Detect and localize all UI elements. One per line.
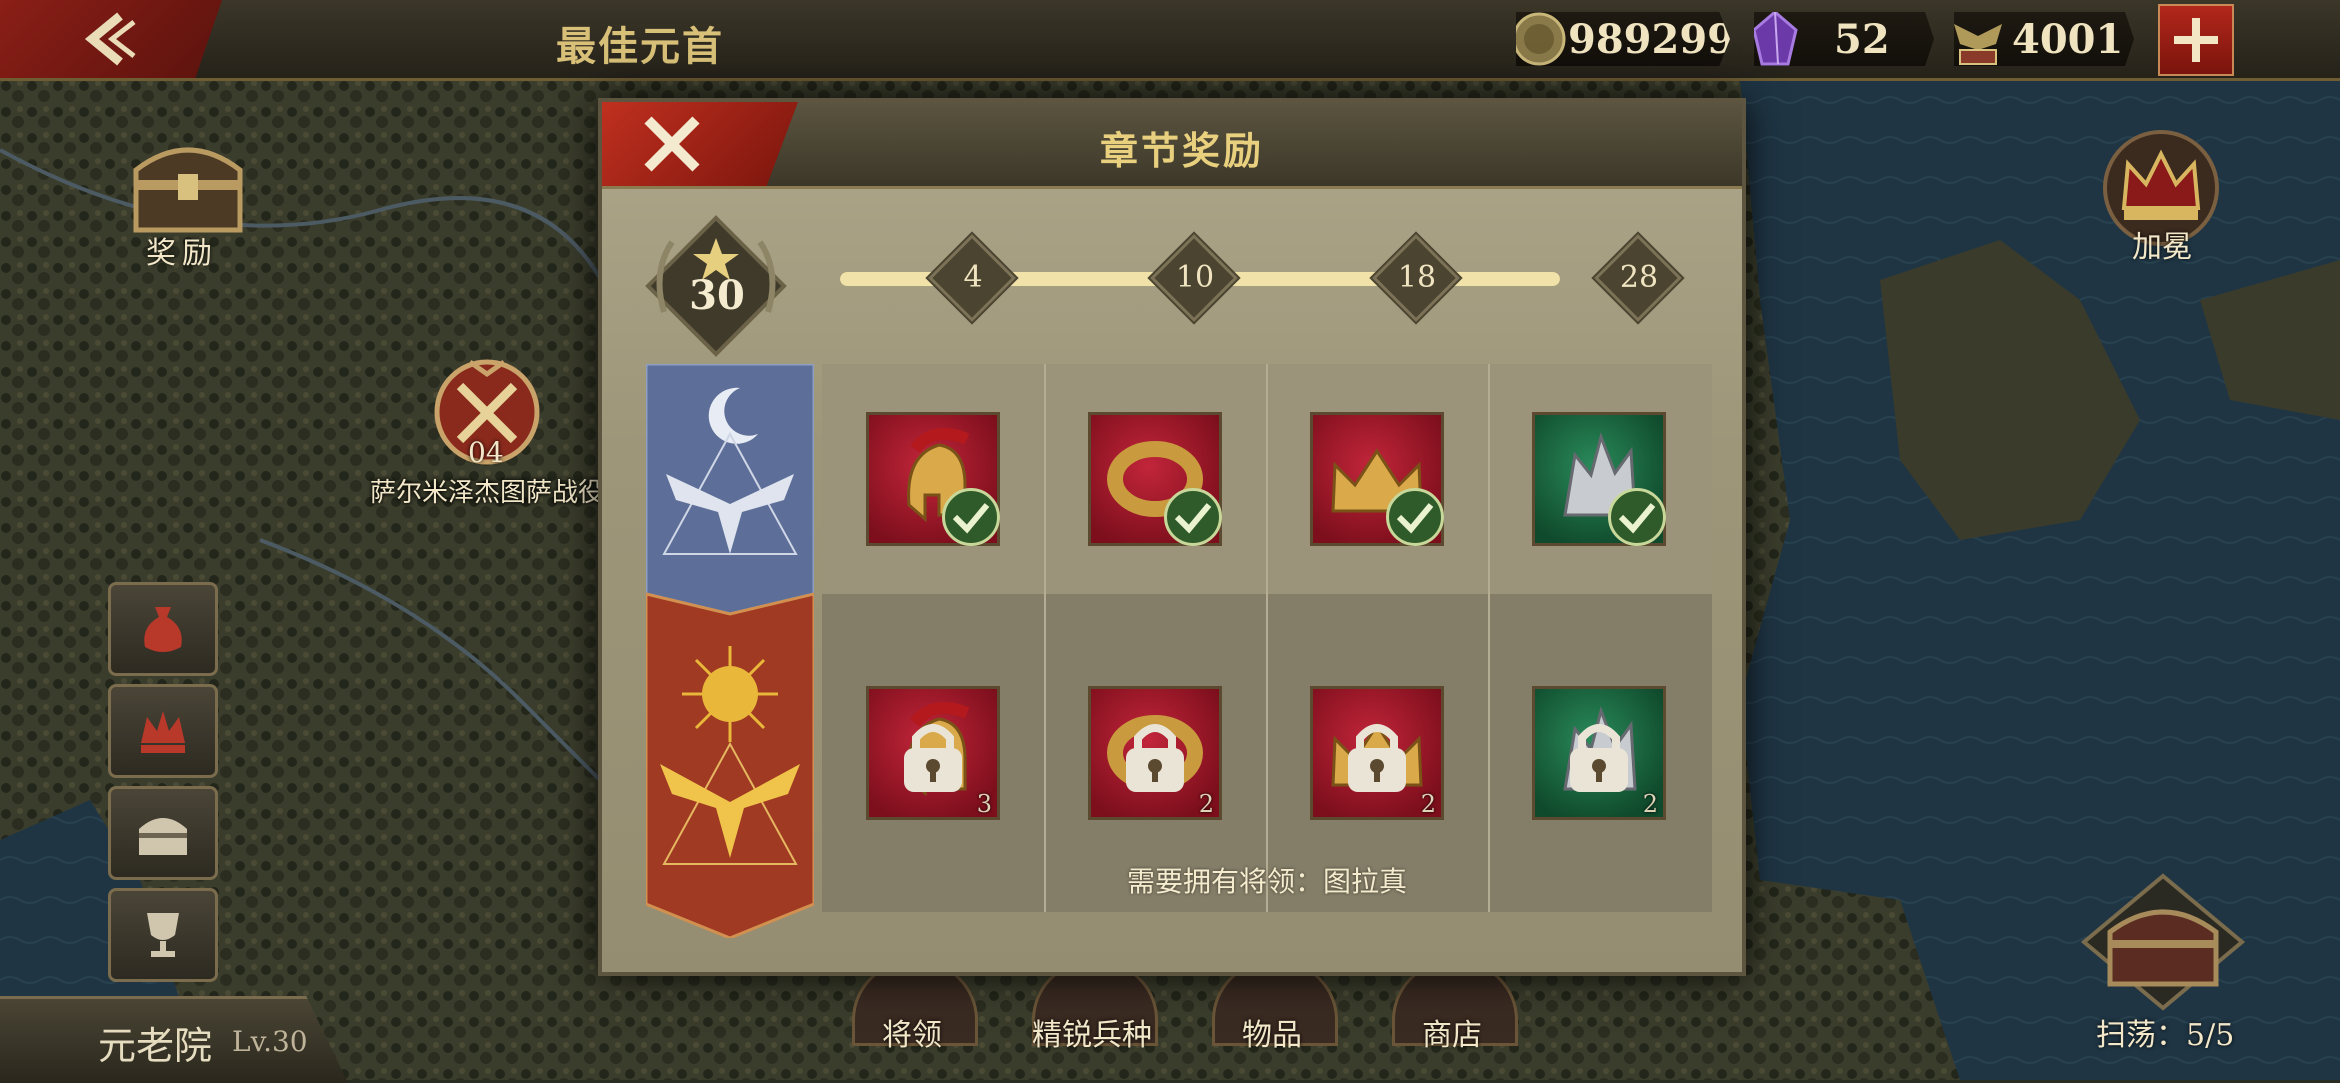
premium-reward-ore[interactable]: 2: [1532, 686, 1666, 820]
milestone-2: 10: [1154, 238, 1236, 320]
trophy-button[interactable]: [108, 888, 218, 982]
nav-elite-units[interactable]: 精锐兵种: [1022, 960, 1162, 1080]
claimed-check-icon: [1164, 488, 1222, 546]
sweep-count-label: 扫荡：5/5: [2096, 1018, 2235, 1053]
padlock-icon: [904, 724, 962, 792]
sweep-chest-icon[interactable]: [2080, 872, 2246, 1012]
battle-name: 萨尔米泽杰图萨战役: [370, 478, 605, 508]
gem-counter: 52: [1754, 12, 1934, 66]
treasure-button[interactable]: [108, 786, 218, 880]
milestone-1: 4: [932, 238, 1014, 320]
spqr-eagle-icon: [1954, 24, 2002, 65]
nav-generals-label: 将领: [882, 1018, 942, 1053]
reward-chest-icon[interactable]: [126, 130, 250, 240]
coin-icon: [1516, 12, 1566, 66]
reward-label: 奖励: [146, 236, 218, 271]
purple-gem-icon: [1754, 12, 1798, 66]
resource-bag-button[interactable]: [108, 582, 218, 676]
milestone-3: 18: [1376, 238, 1458, 320]
free-reward-helmet[interactable]: [866, 412, 1000, 546]
coin-counter: 989299: [1516, 12, 1730, 66]
claimed-check-icon: [942, 488, 1000, 546]
nav-items-label: 物品: [1242, 1018, 1302, 1053]
padlock-icon: [1570, 724, 1628, 792]
chest-icon: [139, 818, 187, 855]
nav-elite-units-label: 精锐兵种: [1032, 1018, 1152, 1053]
spqr-counter: 4001: [1954, 12, 2134, 66]
dialog-header: 章节奖励: [602, 102, 1742, 189]
add-resource-button[interactable]: [2158, 4, 2234, 76]
coronation-label: 加冕: [2132, 230, 2192, 265]
trophy-icon: [147, 913, 179, 957]
back-arrow-icon: [84, 12, 136, 66]
nav-items[interactable]: 物品: [1202, 960, 1342, 1080]
back-button[interactable]: [0, 0, 222, 78]
gem-value: 52: [1834, 16, 1890, 63]
nav-generals[interactable]: 将领: [842, 960, 982, 1080]
close-button[interactable]: [602, 102, 798, 186]
spqr-value: 4001: [2012, 16, 2124, 63]
star-count: 30: [689, 272, 745, 319]
senate-button[interactable]: 元老院 Lv.30: [0, 996, 348, 1083]
padlock-icon: [1126, 724, 1184, 792]
claimed-check-icon: [1386, 488, 1444, 546]
premium-reward-helmet[interactable]: 3: [866, 686, 1000, 820]
reward-quantity: 2: [1198, 790, 1214, 818]
chapter-reward-dialog: 章节奖励 30 4 10 18 28 3 2 2 2 需要拥有将领：图拉真: [602, 102, 1742, 972]
screen-title: 最佳元首: [556, 23, 724, 70]
premium-reward-crown[interactable]: 2: [1310, 686, 1444, 820]
laurel-crown-icon: [141, 711, 185, 753]
reward-quantity: 2: [1642, 790, 1658, 818]
reward-grid: 3 2 2 2 需要拥有将领：图拉真: [822, 364, 1712, 912]
nav-shop[interactable]: 商店: [1382, 960, 1522, 1080]
free-reward-ore[interactable]: [1532, 412, 1666, 546]
plus-icon: [2174, 18, 2218, 62]
senate-name: 元老院: [98, 1024, 213, 1068]
padlock-icon: [1348, 724, 1406, 792]
nav-shop-label: 商店: [1422, 1018, 1482, 1053]
reward-tier-banner: [646, 364, 814, 938]
unlock-requirement-text: 需要拥有将领：图拉真: [1126, 865, 1407, 898]
claimed-check-icon: [1608, 488, 1666, 546]
coin-value: 989299: [1568, 16, 1735, 63]
crown-rank-button[interactable]: [108, 684, 218, 778]
reward-quantity: 2: [1420, 790, 1436, 818]
battle-number: 04: [468, 436, 504, 469]
reward-quantity: 3: [976, 790, 992, 818]
milestone-4: 28: [1598, 238, 1680, 320]
free-reward-crown[interactable]: [1310, 412, 1444, 546]
top-bar: 最佳元首 989299 52 4001: [0, 0, 2340, 81]
premium-reward-ring[interactable]: 2: [1088, 686, 1222, 820]
money-bag-icon: [144, 607, 182, 652]
close-icon: [644, 116, 700, 172]
free-reward-ring[interactable]: [1088, 412, 1222, 546]
senate-level: Lv.30: [232, 1025, 308, 1058]
